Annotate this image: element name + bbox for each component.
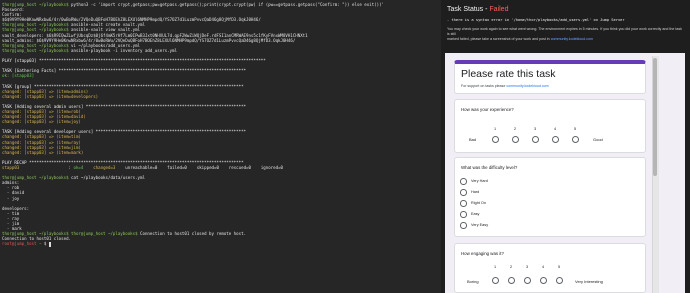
terminal-text: python3 -c 'import crypt,getpass;pw=getp… (68, 2, 385, 7)
scale-low-label: Bad (469, 137, 477, 142)
task-status-title: Task Status - Failed (447, 6, 508, 13)
terminal-text: ansible-playbook -i inventory add_users.… (68, 47, 177, 53)
option-label: Very Hard (471, 178, 488, 183)
option-label: Easy (471, 211, 480, 216)
engaging-radio-2[interactable] (508, 277, 515, 284)
task-status-desc-line2: marked failed, please take a screenshot … (447, 37, 551, 42)
survey-scrollbar-thumb[interactable] (653, 58, 657, 176)
task-status-result: Failed (489, 6, 509, 13)
radio-circle[interactable] (460, 189, 467, 196)
shell-prompt: root@jump_host ~ (2, 241, 42, 247)
question-difficulty-card: What was the difficulty level? Very Hard… (454, 157, 646, 237)
radio-circle[interactable] (460, 178, 467, 185)
terminal-text: TASK [Gathering Facts] *****************… (2, 68, 246, 74)
support-text: For support on tasks please (461, 84, 507, 88)
terminal-text: unreachable=0 failed=0 skipped=0 rescued… (115, 165, 284, 170)
terminal-text: cat ~/playbooks/data/users.yml (68, 175, 145, 181)
radio-circle[interactable] (460, 222, 467, 229)
scale-low-label: Boring (467, 279, 479, 284)
scale-number-5: 5 (573, 127, 577, 131)
scale-number-1: 1 (493, 127, 497, 131)
question-experience-card: How was your experience? Bad Good 1 2 3 … (454, 99, 646, 153)
scale-number-3: 3 (525, 265, 529, 269)
experience-radio-2[interactable] (512, 136, 519, 143)
terminal-output: thor@jump_host ~/playbooks$ python3 -c '… (0, 0, 441, 247)
terminal-text: stapp03 (2, 165, 20, 170)
option-label: Hard (471, 189, 480, 194)
scale-number-2: 2 (513, 127, 517, 131)
experience-radio-3[interactable] (532, 136, 539, 143)
task-status-label: Task Status - (447, 6, 490, 13)
terminal-text: changed: [stapp03] => (item=mark) (2, 149, 84, 155)
terminal-text: changed=3 (93, 165, 116, 170)
task-error-message: - there is a syntax error in '/home/thor… (447, 18, 625, 22)
shell-prompt: thor@jump_host ~/playbooks$ (71, 231, 138, 237)
option-label: Very Easy (471, 222, 489, 227)
radio-circle[interactable] (460, 200, 467, 207)
task-status-description: You may check your work again to see wha… (447, 27, 685, 43)
terminal-text: : (19, 165, 74, 170)
terminal-text: Connection to host01 closed by remote ho… (137, 231, 247, 237)
terminal-line: root@jump_host ~ $ (2, 241, 439, 247)
question-engaging-card: How engaging was it? 1 2 3 4 5 Boring Ve… (454, 243, 646, 293)
terminal-cursor (48, 242, 52, 247)
scale-number-1: 1 (493, 265, 497, 269)
terminal-text: $ (41, 241, 49, 247)
experience-radio-4[interactable] (552, 136, 559, 143)
support-link[interactable]: community.kodekloud.com (506, 84, 548, 88)
question-engaging-title: How engaging was it? (461, 251, 504, 256)
terminal-text: PLAY [stapp03] *************************… (2, 58, 266, 64)
terminal-line: thor@jump_host ~/playbooks$ python3 -c '… (2, 2, 439, 7)
option-label: Right On (471, 200, 486, 205)
terminal-text: ok: [stapp03] (2, 73, 35, 79)
scale-number-3: 3 (533, 127, 537, 131)
scale-number-2: 2 (509, 265, 513, 269)
terminal-text: changed: [stapp03] => (item=joy) (2, 119, 81, 125)
radio-circle[interactable] (460, 211, 467, 218)
task-status-desc-line1: You may check your work again to see wha… (447, 27, 682, 37)
scale-number-4: 4 (541, 265, 545, 269)
terminal-text: ok=4 (73, 165, 84, 170)
engaging-radio-4[interactable] (540, 277, 547, 284)
scale-number-5: 5 (557, 265, 561, 269)
scale-high-label: Good (593, 137, 603, 142)
question-difficulty-title: What was the difficulty level? (461, 165, 518, 170)
survey-header-card: Please rate this task For support on tas… (454, 60, 646, 94)
experience-radio-5[interactable] (572, 136, 579, 143)
shell-prompt: thor@jump_host ~/playbooks$ (2, 47, 69, 53)
terminal-pane[interactable]: thor@jump_host ~/playbooks$ python3 -c '… (0, 0, 441, 293)
experience-radio-1[interactable] (492, 136, 499, 143)
engaging-radio-5[interactable] (556, 277, 563, 284)
engaging-radio-3[interactable] (524, 277, 531, 284)
engaging-radio-1[interactable] (492, 277, 499, 284)
survey-title: Please rate this task (461, 68, 556, 80)
scale-number-4: 4 (553, 127, 557, 131)
scale-high-label: Very Interesting (575, 279, 603, 284)
terminal-text: - joy (2, 195, 20, 201)
question-experience-title: How was your experience? (461, 107, 514, 112)
survey-support-text: For support on tasks please community.ko… (461, 84, 549, 88)
community-link[interactable]: community.kodekloud.com (551, 37, 593, 41)
terminal-text: changed: [stapp03] => (item=developers) (2, 93, 99, 99)
